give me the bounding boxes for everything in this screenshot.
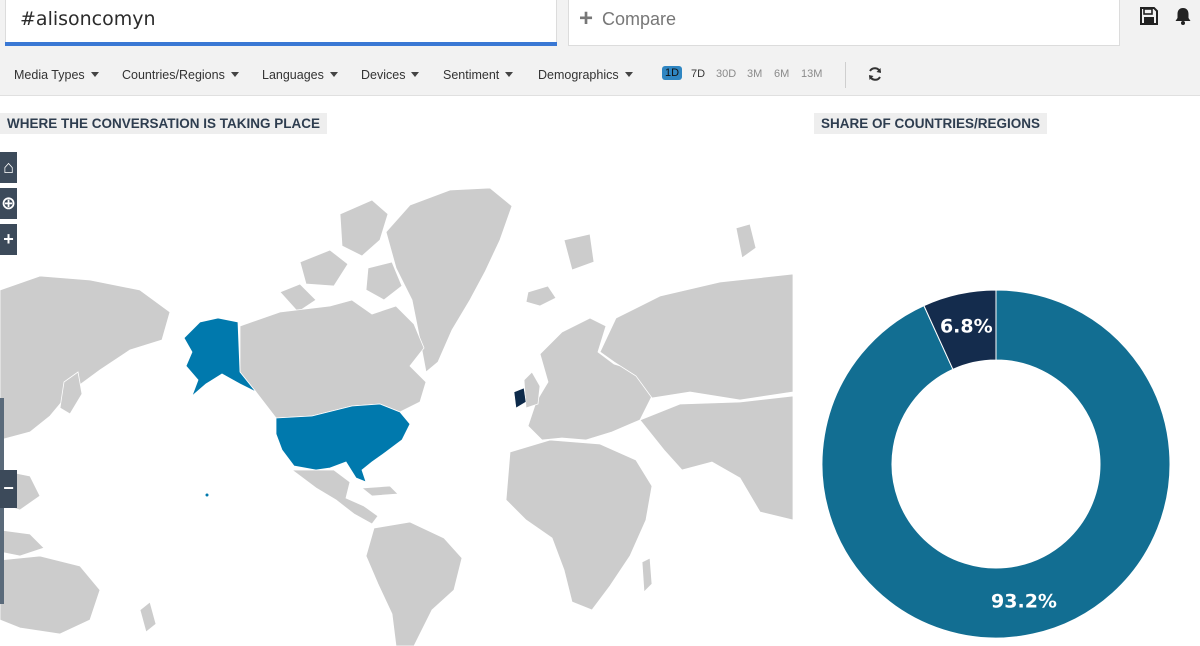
filter-bar: Media Types Countries/Regions Languages … xyxy=(0,56,1200,96)
caret-down-icon xyxy=(624,72,633,77)
map-heading: WHERE THE CONVERSATION IS TAKING PLACE xyxy=(0,113,328,134)
caret-down-icon xyxy=(90,72,99,77)
world-map-svg xyxy=(0,187,793,646)
filter-devices[interactable]: Devices xyxy=(361,68,420,82)
range-13m[interactable]: 13M xyxy=(801,68,822,80)
plus-icon: + xyxy=(579,5,594,32)
app: #alisoncomyn + Compare Media Types Count… xyxy=(0,0,1200,646)
search-active-underline xyxy=(5,42,557,46)
home-icon[interactable]: ⌂ xyxy=(0,152,17,183)
filter-label: Devices xyxy=(361,68,406,82)
region-africa[interactable] xyxy=(505,439,653,611)
filter-media-types[interactable]: Media Types xyxy=(14,68,99,82)
region-east-asia[interactable] xyxy=(0,275,171,441)
region-iceland[interactable] xyxy=(525,285,557,307)
caret-down-icon xyxy=(230,72,239,77)
donut-label-1: 6.8% xyxy=(940,316,993,338)
range-6m[interactable]: 6M xyxy=(774,68,789,80)
range-3m[interactable]: 3M xyxy=(747,68,762,80)
search-input[interactable]: #alisoncomyn xyxy=(5,0,557,46)
region-arctic-islands[interactable] xyxy=(279,199,403,313)
world-map[interactable]: ⌂ ⊕ + − xyxy=(0,140,793,646)
filter-languages[interactable]: Languages xyxy=(262,68,338,82)
region-madagascar[interactable] xyxy=(641,557,653,593)
region-caribbean[interactable] xyxy=(360,485,399,497)
region-canada[interactable] xyxy=(239,299,427,419)
bell-icon[interactable] xyxy=(1173,6,1195,28)
caret-down-icon xyxy=(411,72,420,77)
region-united-kingdom[interactable] xyxy=(523,371,541,409)
region-australia[interactable] xyxy=(0,555,101,635)
filter-sentiment[interactable]: Sentiment xyxy=(443,68,514,82)
filter-label: Demographics xyxy=(538,68,619,82)
refresh-icon[interactable] xyxy=(867,66,885,84)
donut-label-0: 93.2% xyxy=(991,591,1057,613)
range-1d[interactable]: 1D xyxy=(662,66,683,80)
region-hawaii[interactable] xyxy=(205,493,209,497)
caret-down-icon xyxy=(505,72,514,77)
share-heading: SHARE OF COUNTRIES/REGIONS xyxy=(814,113,1048,134)
region-ireland[interactable] xyxy=(513,387,527,409)
locate-icon[interactable]: ⊕ xyxy=(0,188,17,219)
region-new-zealand[interactable] xyxy=(139,601,157,633)
range-7d[interactable]: 7D xyxy=(691,68,705,80)
filter-label: Countries/Regions xyxy=(122,68,225,82)
filter-label: Media Types xyxy=(14,68,85,82)
filter-demographics[interactable]: Demographics xyxy=(538,68,633,82)
compare-input[interactable]: + Compare xyxy=(568,0,1120,46)
save-icon[interactable] xyxy=(1139,6,1161,28)
donut-chart-svg: 93.2% 6.8% xyxy=(821,289,1171,639)
share-chart: 93.2% 6.8% xyxy=(800,140,1200,646)
zoom-in-icon[interactable]: + xyxy=(0,224,17,255)
range-30d[interactable]: 30D xyxy=(716,68,736,80)
region-svalbard[interactable] xyxy=(563,223,757,271)
zoom-out-icon[interactable]: − xyxy=(0,470,17,508)
region-south-america[interactable] xyxy=(365,521,463,646)
region-asia[interactable] xyxy=(639,395,793,521)
search-value: #alisoncomyn xyxy=(20,8,156,30)
compare-label: Compare xyxy=(602,9,677,29)
filter-label: Languages xyxy=(262,68,324,82)
filter-countries-regions[interactable]: Countries/Regions xyxy=(122,68,239,82)
filter-label: Sentiment xyxy=(443,68,500,82)
divider xyxy=(845,62,846,88)
top-bar: #alisoncomyn + Compare xyxy=(0,0,1200,56)
caret-down-icon xyxy=(329,72,338,77)
